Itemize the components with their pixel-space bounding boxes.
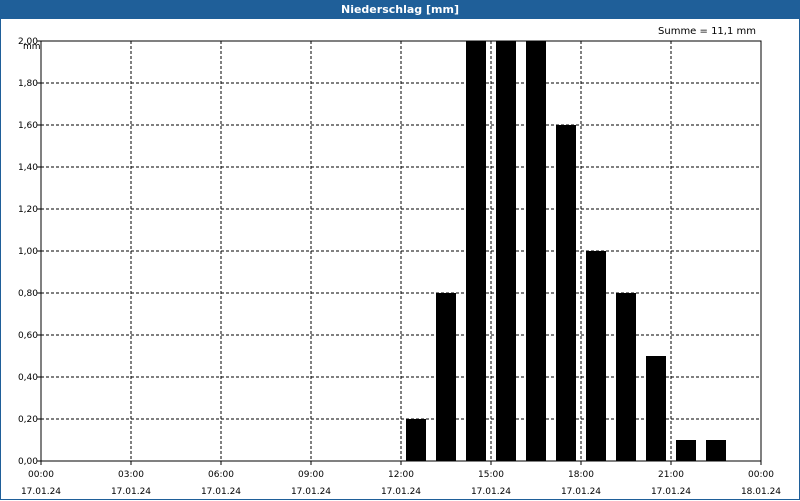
x-tick-time: 21:00 <box>658 470 684 480</box>
bar <box>496 41 516 461</box>
x-tick-time: 15:00 <box>478 470 504 480</box>
x-tick-time: 09:00 <box>298 470 324 480</box>
y-tick-label: 0,00 <box>18 457 38 467</box>
y-tick-label: 0,60 <box>18 331 38 341</box>
precipitation-chart: 0,00 0,20 0,40 0,60 0,80 1,00 1,20 1,40 1,60 1,80… <box>18 37 781 497</box>
y-tick-label: 0,40 <box>18 373 38 383</box>
bar <box>706 440 726 461</box>
bar <box>406 419 426 461</box>
bar <box>676 440 696 461</box>
x-tick-date: 17.01.24 <box>291 487 331 497</box>
y-tick-label: 0,80 <box>18 289 38 299</box>
x-tick-date: 17.01.24 <box>471 487 511 497</box>
bar <box>526 41 546 461</box>
bar <box>646 356 666 461</box>
x-tick-time: 18:00 <box>568 470 594 480</box>
x-tick-date: 17.01.24 <box>111 487 151 497</box>
x-tick-time: 00:00 <box>748 470 774 480</box>
y-tick-label: 1,60 <box>18 121 38 131</box>
x-tick-date: 17.01.24 <box>201 487 241 497</box>
bar <box>586 251 606 461</box>
y-tick-label: 1,00 <box>18 247 38 257</box>
y-tick-label: 1,40 <box>18 163 38 173</box>
x-tick-date: 17.01.24 <box>561 487 601 497</box>
x-tick-time: 03:00 <box>118 470 144 480</box>
x-tick-time: 12:00 <box>388 470 414 480</box>
bar <box>556 125 576 461</box>
y-axis-label: mm <box>23 42 41 52</box>
x-tick-date: 18.01.24 <box>741 487 781 497</box>
y-tick-label: 1,20 <box>18 205 38 215</box>
x-tick-date: 17.01.24 <box>651 487 691 497</box>
x-tick-date: 17.01.24 <box>21 487 61 497</box>
chart-window: Niederschlag [mm] Summe = 11,1 mm 0,00 0,… <box>0 0 800 500</box>
bar <box>436 293 456 461</box>
bar <box>466 41 486 461</box>
y-tick-label: 1,80 <box>18 79 38 89</box>
x-tick-date: 17.01.24 <box>381 487 421 497</box>
x-tick-time: 06:00 <box>208 470 234 480</box>
x-tick-time: 00:00 <box>28 470 54 480</box>
bar <box>616 293 636 461</box>
y-tick-label: 0,20 <box>18 415 38 425</box>
